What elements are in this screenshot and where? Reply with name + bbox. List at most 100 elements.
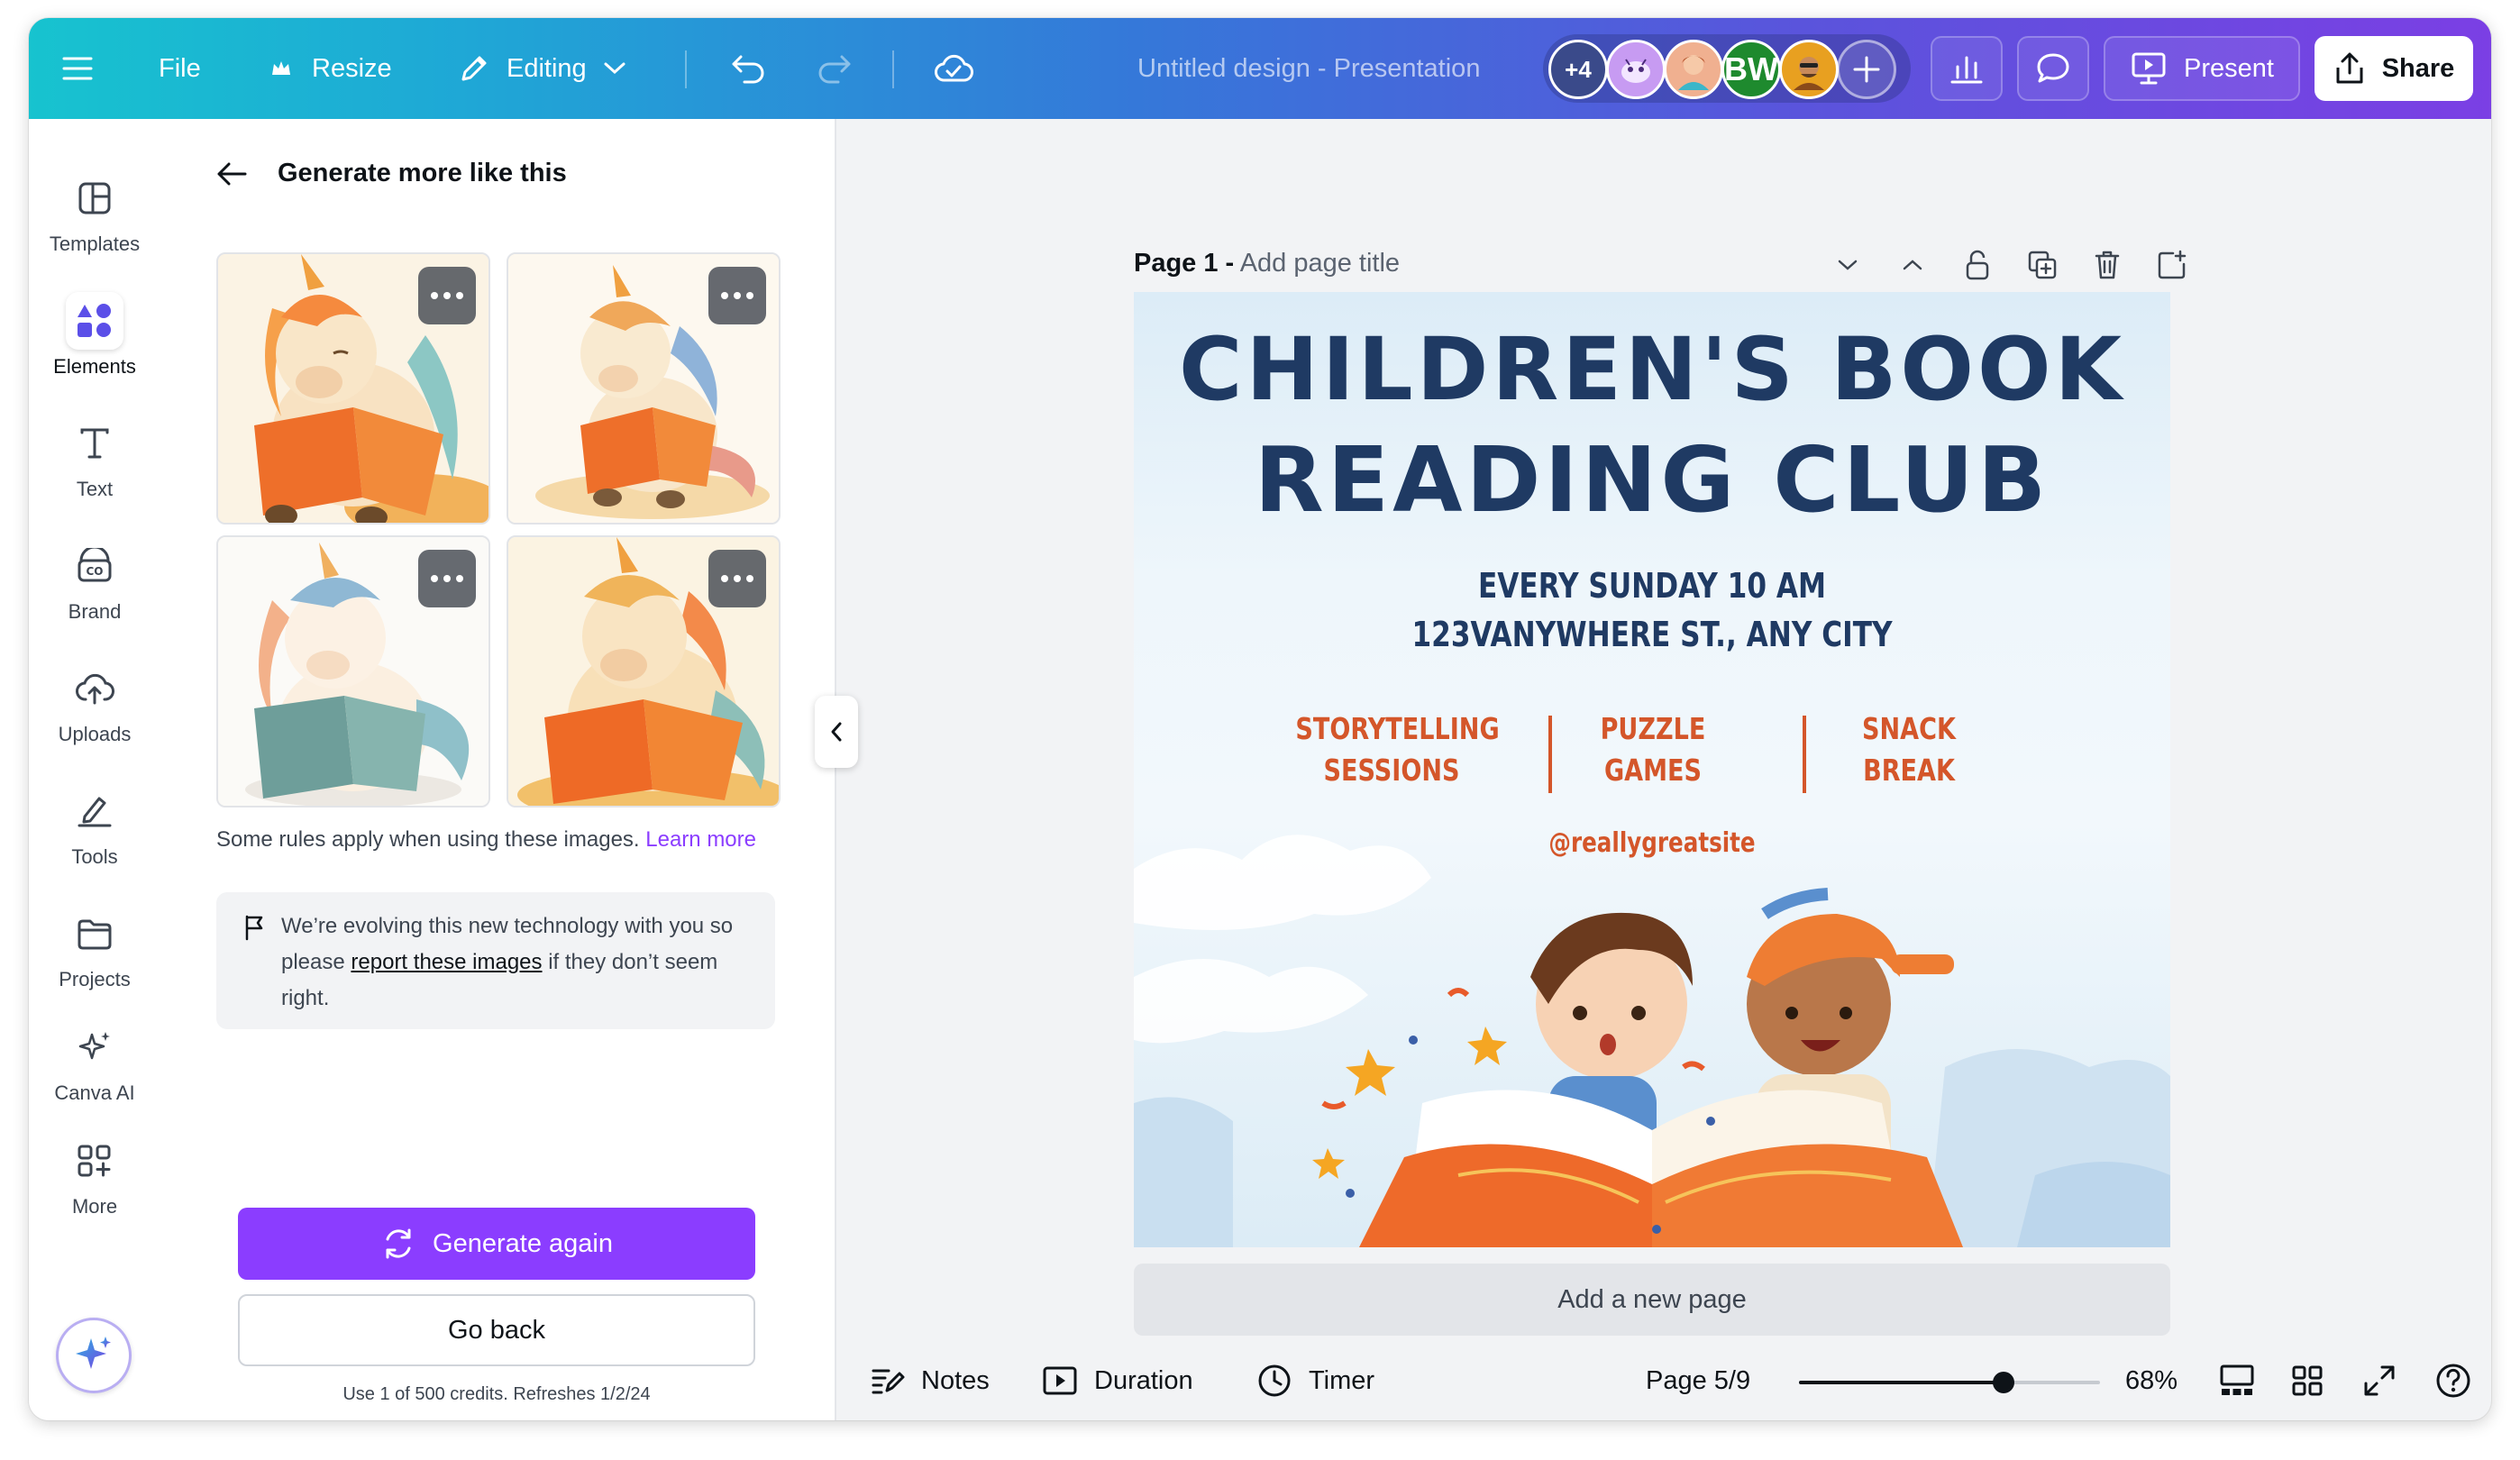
invite-collaborator-button[interactable] (1837, 40, 1896, 99)
more-options-button[interactable] (708, 267, 766, 324)
collaborator-avatar-mascot[interactable] (1606, 40, 1666, 99)
rail-item-brand[interactable]: CO Brand (29, 537, 160, 624)
page-indicator-button[interactable]: Page 5/9 (1646, 1359, 1750, 1402)
generated-image-3[interactable] (216, 535, 490, 808)
rail-label: Projects (59, 968, 131, 990)
undo-button[interactable] (716, 36, 781, 101)
more-options-button[interactable] (708, 550, 766, 607)
toolbar-divider (685, 50, 687, 88)
design-title-line2[interactable]: READING CLUB (1134, 427, 2170, 533)
folder-icon (66, 905, 123, 963)
rail-label: Tools (71, 845, 118, 868)
design-schedule[interactable]: EVERY SUNDAY 10 AM (1228, 566, 2077, 606)
design-social-handle[interactable]: @reallygreatsite (1228, 827, 2077, 859)
generated-image-1[interactable] (216, 252, 490, 525)
collapse-panel-button[interactable] (815, 696, 858, 768)
resize-button[interactable]: Resize (270, 18, 392, 119)
present-button[interactable]: Present (2104, 36, 2300, 101)
page-move-up-button[interactable] (1893, 245, 1932, 285)
design-activity-snack[interactable]: SNACK BREAK (1812, 708, 2004, 791)
generated-image-2[interactable] (507, 252, 781, 525)
mascot-avatar-icon (1621, 59, 1650, 83)
rail-item-tools[interactable]: Tools (29, 782, 160, 869)
top-toolbar: File Resize Editing Untitled design - Pr… (29, 18, 2491, 119)
add-new-page-button[interactable]: Add a new page (1134, 1264, 2170, 1336)
left-nav-rail: Templates Elements Text CO Brand Uploads (29, 119, 160, 1420)
activity-line: SNACK (1862, 711, 1956, 746)
rail-item-more[interactable]: More (29, 1132, 160, 1218)
rail-label: Templates (49, 233, 141, 255)
activity-line: PUZZLE (1600, 711, 1706, 746)
avatar-initials: BW (1724, 50, 1778, 87)
share-button[interactable]: Share (2315, 36, 2473, 101)
design-address[interactable]: 123VANYWHERE ST., ANY CITY (1228, 615, 2077, 654)
thumbnail-view-button[interactable] (2219, 1359, 2255, 1402)
generate-again-label: Generate again (433, 1228, 613, 1258)
page-lock-button[interactable] (1958, 245, 1997, 285)
notes-button[interactable]: Notes (871, 1359, 990, 1402)
file-menu[interactable]: File (159, 18, 201, 119)
more-options-button[interactable] (418, 550, 476, 607)
clock-icon (1258, 1364, 1291, 1397)
duration-button[interactable]: Duration (1042, 1359, 1193, 1402)
svg-text:CO: CO (86, 565, 103, 578)
page-delete-button[interactable] (2087, 245, 2127, 285)
app-window: File Resize Editing Untitled design - Pr… (29, 18, 2491, 1420)
redo-button[interactable] (802, 36, 867, 101)
collaborators-more-count[interactable]: +4 (1548, 40, 1608, 99)
timer-button[interactable]: Timer (1256, 1359, 1374, 1402)
page-add-button[interactable] (2152, 245, 2192, 285)
design-activity-storytelling[interactable]: STORYTELLING SESSIONS (1295, 708, 1499, 791)
rail-label: Canva AI (54, 1081, 135, 1104)
design-title-line1[interactable]: CHILDREN'S BOOK (1134, 319, 2170, 420)
document-title-text: Untitled design - Presentation (1137, 53, 1481, 83)
chevron-up-icon (1903, 260, 1922, 270)
menu-button[interactable] (45, 36, 110, 101)
zoom-slider-fill (1799, 1381, 2004, 1384)
redo-icon (818, 55, 851, 84)
rail-item-templates[interactable]: Templates (29, 169, 160, 256)
page-collapse-button[interactable] (1828, 245, 1867, 285)
generate-again-button[interactable]: Generate again (238, 1208, 755, 1280)
magic-assistant-button[interactable] (56, 1318, 132, 1393)
editing-mode-dropdown[interactable]: Editing (458, 18, 626, 119)
rail-item-projects[interactable]: Projects (29, 905, 160, 991)
zoom-slider-handle[interactable] (1993, 1372, 2015, 1393)
rail-item-elements[interactable]: Elements (29, 292, 160, 379)
add-page-icon (2158, 250, 2187, 279)
design-canvas-page[interactable]: CHILDREN'S BOOK READING CLUB EVERY SUNDA… (1134, 292, 2170, 1247)
crown-icon (272, 61, 290, 75)
collaborator-avatar-photo[interactable] (1664, 40, 1723, 99)
more-options-button[interactable] (418, 267, 476, 324)
document-title[interactable]: Untitled design - Presentation (1137, 18, 1480, 119)
zoom-slider[interactable] (1799, 1372, 2100, 1393)
rail-item-text[interactable]: Text (29, 415, 160, 501)
grid-view-button[interactable] (2291, 1359, 2324, 1402)
comments-button[interactable] (2017, 36, 2089, 101)
comment-icon (2037, 53, 2069, 83)
chevron-left-icon (831, 722, 842, 742)
feedback-notice: We’re evolving this new technology with … (216, 892, 775, 1029)
generated-image-4[interactable] (507, 535, 781, 808)
chevron-down-icon (604, 62, 625, 75)
back-arrow-button[interactable] (216, 161, 247, 187)
page-duplicate-button[interactable] (2022, 245, 2062, 285)
cloud-save-status[interactable] (921, 36, 986, 101)
insights-button[interactable] (1931, 36, 2003, 101)
learn-more-link[interactable]: Learn more (645, 827, 756, 852)
rail-item-uploads[interactable]: Uploads (29, 660, 160, 746)
help-button[interactable] (2435, 1359, 2471, 1402)
more-count-label: +4 (1565, 55, 1592, 83)
fullscreen-button[interactable] (2363, 1359, 2396, 1402)
zoom-level-button[interactable]: 68% (2125, 1359, 2178, 1402)
go-back-button[interactable]: Go back (238, 1294, 755, 1366)
rail-item-canva-ai[interactable]: Canva AI (29, 1018, 160, 1105)
zoom-level-label: 68% (2125, 1365, 2178, 1395)
design-activity-puzzle[interactable]: PUZZLE GAMES (1557, 708, 1748, 791)
report-images-link[interactable]: report these images (351, 950, 542, 974)
page-title-field[interactable]: Page 1 - Add page title (1134, 249, 1400, 278)
collaborator-avatar-initials[interactable]: BW (1721, 40, 1781, 99)
rail-label: Text (76, 478, 114, 500)
collaborator-avatar-photo-2[interactable] (1779, 40, 1839, 99)
rules-text: Some rules apply when using these images… (216, 827, 640, 852)
